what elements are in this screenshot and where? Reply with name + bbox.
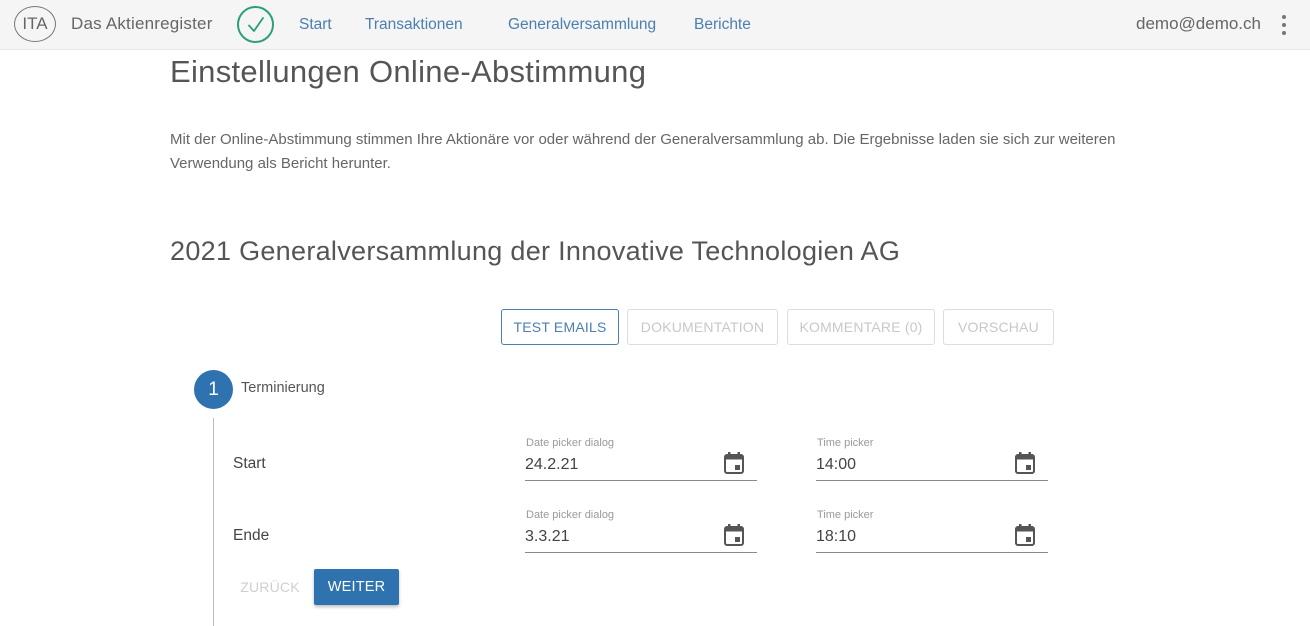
page-title: Einstellungen Online-Abstimmung — [170, 54, 647, 89]
stepper-connector — [213, 418, 214, 626]
back-button[interactable]: ZURÜCK — [233, 569, 307, 605]
logo[interactable]: ITA — [14, 6, 56, 42]
next-button[interactable]: WEITER — [314, 569, 399, 605]
nav-berichte[interactable]: Berichte — [694, 16, 751, 34]
time-picker-caption: Time picker — [817, 509, 874, 521]
start-time-field[interactable]: Time picker 14:00 — [816, 437, 1048, 481]
calendar-icon[interactable] — [724, 524, 744, 546]
end-date-value[interactable]: 3.3.21 — [525, 528, 569, 546]
start-time-value[interactable]: 14:00 — [816, 456, 856, 474]
calendar-icon[interactable] — [724, 452, 744, 474]
intro-text: Mit der Online-Abstimmung stimmen Ihre A… — [170, 131, 1116, 172]
user-email[interactable]: demo@demo.ch — [1136, 14, 1261, 34]
section-title: 2021 Generalversammlung der Innovative T… — [170, 236, 901, 266]
end-label: Ende — [233, 527, 270, 544]
nav-generalversammlung[interactable]: Generalversammlung — [508, 16, 656, 34]
end-time-field[interactable]: Time picker 18:10 — [816, 509, 1048, 553]
check-icon — [237, 6, 274, 43]
step-number-badge: 1 — [194, 370, 233, 409]
date-picker-caption: Date picker dialog — [526, 509, 615, 521]
test-emails-button[interactable]: TEST EMAILS — [501, 309, 619, 345]
logo-text: ITA — [22, 14, 48, 33]
nav-start[interactable]: Start — [299, 16, 332, 34]
kebab-menu-icon[interactable] — [1280, 15, 1288, 35]
end-time-value[interactable]: 18:10 — [816, 528, 856, 546]
documentation-button[interactable]: DOKUMENTATION — [627, 309, 778, 345]
calendar-icon[interactable] — [1015, 452, 1035, 474]
step-label: Terminierung — [241, 380, 325, 396]
calendar-icon[interactable] — [1015, 524, 1035, 546]
app-title: Das Aktienregister — [71, 14, 213, 33]
start-date-value[interactable]: 24.2.21 — [525, 456, 578, 474]
end-date-field[interactable]: Date picker dialog 3.3.21 — [525, 509, 757, 553]
top-bar: ITA Das Aktienregister Start Transaktion… — [0, 0, 1310, 50]
time-picker-caption: Time picker — [817, 437, 874, 449]
preview-button[interactable]: VORSCHAU — [943, 309, 1054, 345]
date-picker-caption: Date picker dialog — [526, 437, 615, 449]
start-date-field[interactable]: Date picker dialog 24.2.21 — [525, 437, 757, 481]
comments-button[interactable]: KOMMENTARE (0) — [787, 309, 935, 345]
start-label: Start — [233, 455, 266, 472]
nav-transaktionen[interactable]: Transaktionen — [365, 16, 463, 34]
